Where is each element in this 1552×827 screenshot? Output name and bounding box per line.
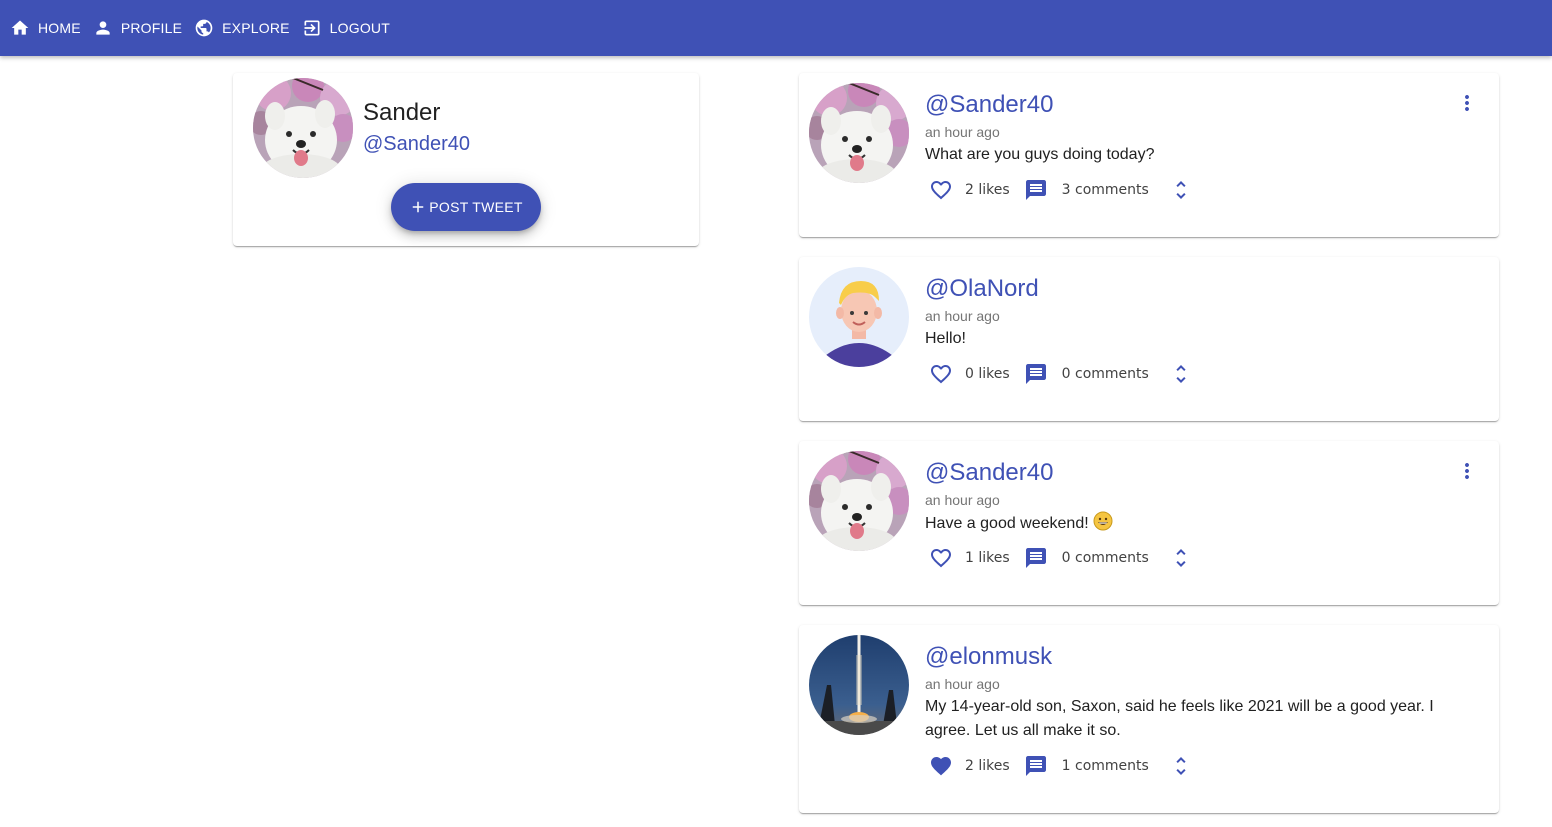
like-button[interactable] xyxy=(925,174,957,206)
likes-count: 1 likes xyxy=(965,550,1010,566)
tweet-handle[interactable]: @Sander40 xyxy=(925,459,1053,487)
expand-button[interactable] xyxy=(1165,174,1197,206)
comments-count: 0 comments xyxy=(1061,366,1149,382)
comment-button[interactable] xyxy=(1020,750,1052,782)
home-icon xyxy=(11,20,29,35)
like-button[interactable] xyxy=(925,542,957,574)
nav-profile-label: PROFILE xyxy=(120,20,183,36)
nav-explore-button[interactable]: EXPLORE xyxy=(192,10,296,46)
tweet-actions: 1 likes 0 comments xyxy=(925,542,1197,574)
comments-count: 3 comments xyxy=(1061,182,1149,198)
post-tweet-button[interactable]: POST TWEET xyxy=(391,183,541,231)
tweet-card: @OlaNord an hour ago Hello! 0 likes 0 co… xyxy=(799,257,1499,421)
tweet-actions: 0 likes 0 comments xyxy=(925,358,1197,390)
logout-icon xyxy=(304,20,320,36)
nav-explore-label: EXPLORE xyxy=(222,20,290,36)
tweet-timestamp: an hour ago xyxy=(925,676,1000,692)
tweet-timestamp: an hour ago xyxy=(925,308,1000,324)
plus-icon xyxy=(413,201,424,213)
tweet-avatar[interactable] xyxy=(809,635,909,735)
comments-count: 0 comments xyxy=(1061,550,1149,566)
likes-count: 0 likes xyxy=(965,366,1010,382)
more-vert-icon xyxy=(1465,95,1469,111)
heart-outline-icon xyxy=(931,181,951,200)
unfold-icon xyxy=(1176,757,1186,775)
comment-icon xyxy=(1025,548,1046,568)
comment-icon xyxy=(1025,756,1046,776)
heart-outline-icon xyxy=(931,549,951,568)
nav-logout-button[interactable]: LOGOUT xyxy=(300,10,396,46)
comment-button[interactable] xyxy=(1020,174,1052,206)
tweet-avatar[interactable] xyxy=(809,83,909,183)
expand-button[interactable] xyxy=(1165,358,1197,390)
unfold-icon xyxy=(1176,549,1186,567)
tweet-timestamp: an hour ago xyxy=(925,492,1000,508)
nav-logout-label: LOGOUT xyxy=(329,20,390,36)
tweet-text: What are you guys doing today? xyxy=(925,146,1155,163)
tweet-text: Have a good weekend! xyxy=(925,515,1089,532)
tweet-card: @Sander40 an hour ago Have a good weeken… xyxy=(799,441,1499,605)
nav-profile-button[interactable]: PROFILE xyxy=(91,10,188,46)
heart-filled-icon xyxy=(931,757,951,776)
tweet-timestamp: an hour ago xyxy=(925,124,1000,140)
comment-button[interactable] xyxy=(1020,358,1052,390)
profile-name: Sander xyxy=(363,99,441,126)
heart-outline-icon xyxy=(931,365,951,384)
top-app-bar: HOME PROFILE EXPLORE LOGOUT xyxy=(0,0,1552,56)
tweet-actions: 2 likes 3 comments xyxy=(925,174,1197,206)
tweet-handle[interactable]: @Sander40 xyxy=(925,91,1053,119)
more-options-button[interactable] xyxy=(1455,459,1479,483)
profile-handle[interactable]: @Sander40 xyxy=(363,133,470,156)
tweet-card: @elonmusk an hour ago My 14-year-old son… xyxy=(799,625,1499,813)
comment-button[interactable] xyxy=(1020,542,1052,574)
tweet-handle[interactable]: @OlaNord xyxy=(925,275,1039,303)
globe-icon xyxy=(195,19,213,37)
unfold-icon xyxy=(1176,365,1186,383)
tweet-avatar[interactable] xyxy=(809,451,909,551)
expand-button[interactable] xyxy=(1165,542,1197,574)
likes-count: 2 likes xyxy=(965,758,1010,774)
more-options-button[interactable] xyxy=(1455,91,1479,115)
nav-home-label: HOME xyxy=(38,20,81,36)
tweet-actions: 2 likes 1 comments xyxy=(925,750,1197,782)
tweet-avatar[interactable] xyxy=(809,267,909,367)
tweet-text: Hello! xyxy=(925,330,966,347)
post-tweet-label: POST TWEET xyxy=(429,199,523,215)
more-vert-icon xyxy=(1465,463,1469,479)
profile-card: Sander @Sander40 POST TWEET xyxy=(233,73,699,246)
person-icon xyxy=(96,21,110,35)
unfold-icon xyxy=(1176,181,1186,199)
tweet-card: @Sander40 an hour ago What are you guys … xyxy=(799,73,1499,237)
like-button[interactable] xyxy=(925,750,957,782)
profile-avatar[interactable] xyxy=(253,78,353,178)
tweet-text-container: Have a good weekend! xyxy=(925,511,1465,539)
comment-icon xyxy=(1025,180,1046,200)
comment-icon xyxy=(1025,364,1046,384)
tweet-handle[interactable]: @elonmusk xyxy=(925,643,1052,671)
tweet-text: My 14-year-old son, Saxon, said he feels… xyxy=(925,698,1434,739)
expand-button[interactable] xyxy=(1165,750,1197,782)
likes-count: 2 likes xyxy=(965,182,1010,198)
comments-count: 1 comments xyxy=(1061,758,1149,774)
grinning-emoji-icon xyxy=(1093,511,1113,539)
nav-home-button[interactable]: HOME xyxy=(8,10,87,46)
like-button[interactable] xyxy=(925,358,957,390)
